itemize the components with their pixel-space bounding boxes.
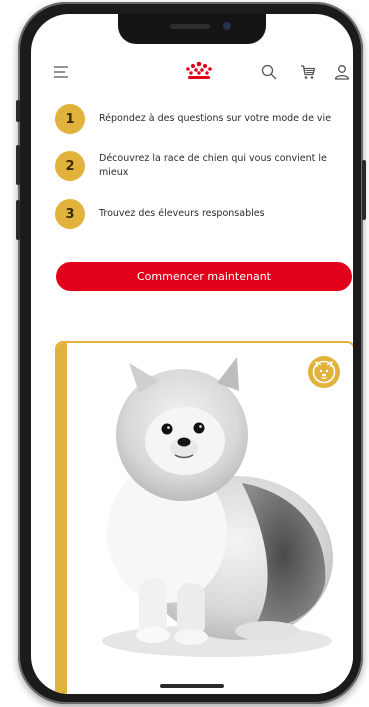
- earpiece-speaker: [170, 24, 210, 29]
- step-number-badge: 2: [55, 151, 85, 181]
- phone-volume-up-button: [16, 145, 20, 185]
- royal-canin-crown-logo[interactable]: [184, 60, 214, 82]
- breed-badge[interactable]: [308, 356, 340, 388]
- hamburger-menu-icon[interactable]: [53, 65, 69, 79]
- top-nav-bar: [31, 54, 353, 90]
- phone-side-button: [16, 100, 20, 122]
- start-now-button[interactable]: Commencer maintenant: [56, 262, 352, 291]
- cart-icon[interactable]: [300, 64, 316, 80]
- dog-face-icon: [312, 360, 336, 384]
- breed-card[interactable]: [55, 341, 353, 694]
- phone-screen: 1 Répondez à des questions sur votre mod…: [31, 14, 353, 694]
- front-camera: [223, 22, 231, 30]
- step-item-3: 3 Trouvez des éleveurs responsables: [55, 199, 345, 231]
- user-icon[interactable]: [334, 64, 350, 80]
- step-text: Trouvez des éleveurs responsables: [99, 208, 265, 219]
- card-accent-band: [57, 343, 67, 694]
- home-indicator[interactable]: [160, 684, 224, 688]
- phone-power-button: [362, 160, 366, 220]
- step-number-badge: 3: [55, 199, 85, 229]
- pomeranian-dog-photo: [67, 343, 353, 694]
- phone-notch: [118, 14, 266, 44]
- step-number-badge: 1: [55, 104, 85, 134]
- search-icon[interactable]: [261, 64, 277, 80]
- step-text: Découvrez la race de chien qui vous conv…: [99, 153, 327, 178]
- phone-volume-down-button: [16, 200, 20, 240]
- step-item-2: 2 Découvrez la race de chien qui vous co…: [55, 151, 345, 183]
- step-text: Répondez à des questions sur votre mode …: [99, 113, 332, 124]
- step-item-1: 1 Répondez à des questions sur votre mod…: [55, 104, 345, 136]
